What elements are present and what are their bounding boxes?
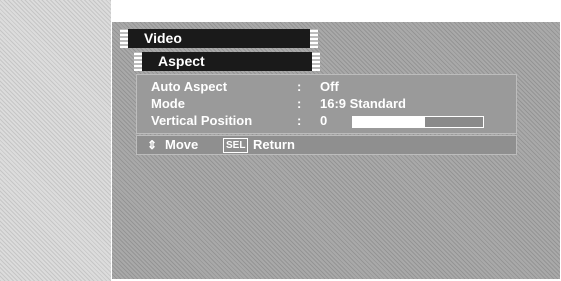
setting-value: Off xyxy=(320,79,339,94)
setting-row-vertical-position[interactable]: Vertical Position : 0 xyxy=(137,112,516,130)
setting-row-mode[interactable]: Mode : 16:9 Standard xyxy=(137,95,516,113)
footer-help-bar: ⇕ Move SEL Return xyxy=(136,135,517,155)
video-menu-tab[interactable]: Video xyxy=(120,29,318,48)
return-label: Return xyxy=(253,137,295,152)
setting-value: 16:9 Standard xyxy=(320,96,406,111)
setting-label: Auto Aspect xyxy=(151,79,228,94)
aspect-submenu-tab[interactable]: Aspect xyxy=(134,52,320,71)
setting-value: 0 xyxy=(320,113,328,128)
setting-colon: : xyxy=(297,79,302,94)
vertical-position-slider[interactable] xyxy=(352,116,484,128)
sel-key-icon: SEL xyxy=(223,138,249,153)
background-left xyxy=(0,0,111,281)
settings-list: Auto Aspect : Off Mode : 16:9 Standard V… xyxy=(136,74,517,134)
setting-label: Mode xyxy=(151,96,185,111)
move-label: Move xyxy=(165,137,199,152)
tab-right-cap xyxy=(312,52,320,71)
setting-row-auto-aspect[interactable]: Auto Aspect : Off xyxy=(137,78,516,96)
aspect-title: Aspect xyxy=(158,53,205,69)
setting-colon: : xyxy=(297,96,302,111)
video-title: Video xyxy=(144,30,182,46)
tab-right-cap xyxy=(310,29,318,48)
setting-label: Vertical Position xyxy=(151,113,253,128)
tab-left-cap xyxy=(120,29,128,48)
setting-colon: : xyxy=(297,113,302,128)
slider-fill xyxy=(353,117,425,127)
updown-arrows-icon: ⇕ xyxy=(147,138,158,152)
tab-left-cap xyxy=(134,52,142,71)
